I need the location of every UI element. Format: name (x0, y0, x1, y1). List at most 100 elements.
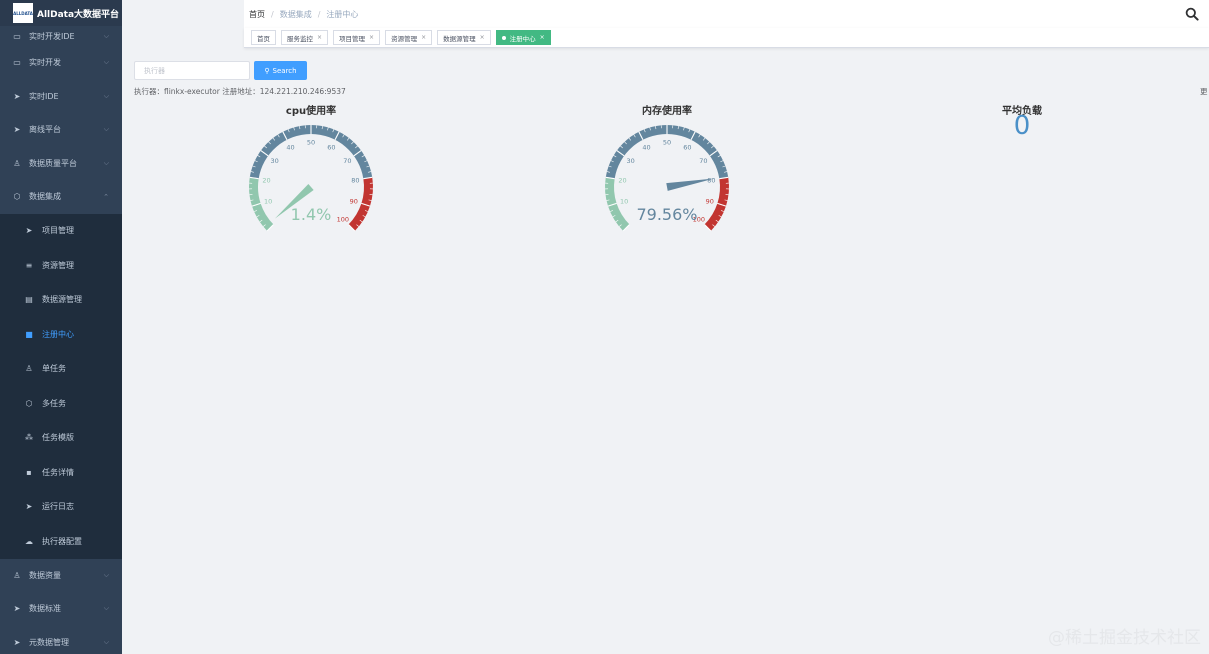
logo-icon: ALLDATA (13, 3, 33, 23)
submenu-item[interactable]: ⬡ 多任务 (0, 386, 122, 421)
gauge-tick-label: 70 (699, 157, 707, 165)
chevron-icon: ⌵ (103, 91, 109, 100)
menu-item-label: 项目管理 (42, 226, 74, 236)
database-icon: ▤ (25, 295, 33, 305)
tag-tab[interactable]: 首页 (251, 30, 276, 45)
menu-item-label: 执行器配置 (42, 536, 82, 546)
send-icon: ➤ (25, 226, 33, 236)
gauge-tick-label: 50 (663, 139, 671, 147)
executor-search-input[interactable]: 执行器 (134, 61, 250, 80)
submenu-item[interactable]: ■ 注册中心 (0, 317, 122, 352)
menu-item[interactable]: ➤ 数据标准 ⌵ (0, 592, 122, 626)
gauge-value: 79.56% (636, 205, 697, 224)
menu-item-label: 资源管理 (42, 260, 74, 270)
submenu-item[interactable]: ♙ 单任务 (0, 351, 122, 386)
submenu-item[interactable]: ☁ 执行器配置 (0, 524, 122, 559)
submenu-item[interactable]: ⁂ 任务模版 (0, 420, 122, 455)
breadcrumb: 首页 / 数据集成 / 注册中心 (244, 9, 358, 20)
cube-icon: ⬡ (25, 398, 33, 408)
menu-item-label: 实时开发 (29, 58, 61, 68)
gauge-tick-label: 80 (351, 176, 359, 184)
search-icon[interactable] (1185, 7, 1199, 21)
tag-label: 注册中心 (509, 34, 536, 43)
user-icon: ♙ (13, 570, 21, 580)
menu-item[interactable]: ➤ 实时IDE ⌵ (0, 80, 122, 114)
chevron-icon: ⌃ (103, 192, 109, 201)
chevron-icon: ⌵ (103, 125, 109, 134)
submenu-item[interactable]: ➤ 项目管理 (0, 213, 122, 248)
gauge-pointer (666, 178, 715, 191)
menu-item-label: 多任务 (42, 398, 66, 408)
submenu-item[interactable]: ▤ 数据源管理 (0, 282, 122, 317)
menu-item-label: 实时开发IDE (29, 31, 75, 41)
sidebar: ALLDATA AllData大数据平台 ▭ 实时开发IDE ⌵ ▭ 实时开发 ⌵ ➤ 实时I… (0, 0, 122, 654)
menu-item-label: 离线平台 (29, 125, 61, 135)
breadcrumb-current: 注册中心 (326, 9, 359, 19)
menu-item-label: 数据标准 (29, 604, 61, 614)
send-icon: ➤ (13, 637, 21, 647)
sidebar-logo[interactable]: ALLDATA AllData大数据平台 (0, 0, 122, 26)
cloud-icon: ☁ (25, 536, 33, 546)
menu-item-label: 注册中心 (42, 329, 74, 339)
tag-tab[interactable]: 资源管理 × (385, 30, 433, 45)
menu-item-label: 数据质量平台 (29, 158, 77, 168)
gauge-tick-label: 70 (343, 157, 351, 165)
tag-tab[interactable]: 项目管理 × (333, 30, 381, 45)
submenu-item[interactable]: ≡ 资源管理 (0, 248, 122, 283)
tag-label: 数据源管理 (443, 34, 476, 43)
gauge-tick-label: 20 (262, 176, 270, 184)
submenu-item[interactable]: ▪ 任务详情 (0, 455, 122, 490)
tag-tab[interactable]: 数据源管理 × (437, 30, 491, 45)
chevron-icon: ⌵ (103, 158, 109, 167)
close-icon[interactable]: × (369, 34, 374, 41)
watermark: @稀土掘金技术社区 (1048, 628, 1201, 648)
search-button[interactable]: ⚲ Search (254, 61, 307, 80)
active-dot-icon (501, 35, 506, 40)
menu-item[interactable]: ♙ 数据资量 ⌵ (0, 559, 122, 593)
menu-item-label: 运行日志 (42, 502, 74, 512)
chevron-icon: ⌵ (103, 637, 109, 646)
app-title: AllData大数据平台 (37, 9, 120, 20)
menu-item-label: 元数据管理 (29, 637, 69, 647)
close-icon[interactable]: × (480, 34, 485, 41)
send-icon: ➤ (13, 91, 21, 101)
gauge-tick-label: 40 (642, 143, 650, 151)
submenu-item[interactable]: ➤ 运行日志 (0, 489, 122, 524)
menu-item[interactable]: ➤ 元数据管理 ⌵ (0, 626, 122, 654)
gauge-tick-label: 40 (286, 143, 294, 151)
truncated-text: 更 (1200, 87, 1208, 96)
menu-item-label: 任务详情 (42, 467, 74, 477)
gauge-tick-label: 90 (706, 197, 714, 205)
gauge-value: 1.4% (291, 205, 332, 224)
breadcrumb-home[interactable]: 首页 (249, 9, 265, 20)
tag-tab[interactable]: 注册中心 × (495, 30, 551, 45)
memory-usage-gauge: 10203040506070809010079.56% (605, 124, 729, 232)
chevron-icon: ⌵ (103, 604, 109, 613)
gauge-tick-label: 100 (337, 215, 349, 223)
close-icon[interactable]: × (421, 34, 426, 41)
tag-label: 资源管理 (391, 34, 418, 43)
tag-label: 首页 (257, 34, 270, 43)
close-icon[interactable]: × (317, 34, 322, 41)
tag-tab[interactable]: 服务监控 × (281, 30, 329, 45)
search-icon: ⚲ (264, 66, 270, 75)
gauge-tick-label: 80 (707, 176, 715, 184)
gauge-tick-label: 30 (626, 157, 634, 165)
menu-item[interactable]: ▭ 实时开发 ⌵ (0, 46, 122, 80)
menu-item[interactable]: ➤ 离线平台 ⌵ (0, 113, 122, 147)
menu-item[interactable]: ♙ 数据质量平台 ⌵ (0, 147, 122, 181)
send-icon: ➤ (25, 502, 33, 512)
close-icon[interactable]: × (540, 34, 545, 41)
menu-item[interactable]: ⬡ 数据集成 ⌃ (0, 180, 122, 214)
menu-item[interactable]: ▭ 实时开发IDE ⌵ (0, 26, 122, 46)
tag-label: 项目管理 (339, 34, 366, 43)
cube-icon: ⬡ (13, 192, 21, 202)
gauge-tick-label: 60 (327, 143, 335, 151)
send-icon: ➤ (13, 125, 21, 135)
menu-item-label: 数据源管理 (42, 295, 82, 305)
menu-item-label: 实时IDE (29, 91, 59, 101)
menu-item-label: 任务模版 (42, 433, 74, 443)
gauge-tick-label: 20 (618, 176, 626, 184)
monitor-icon: ▭ (13, 58, 21, 68)
breadcrumb-separator: / (317, 9, 321, 19)
